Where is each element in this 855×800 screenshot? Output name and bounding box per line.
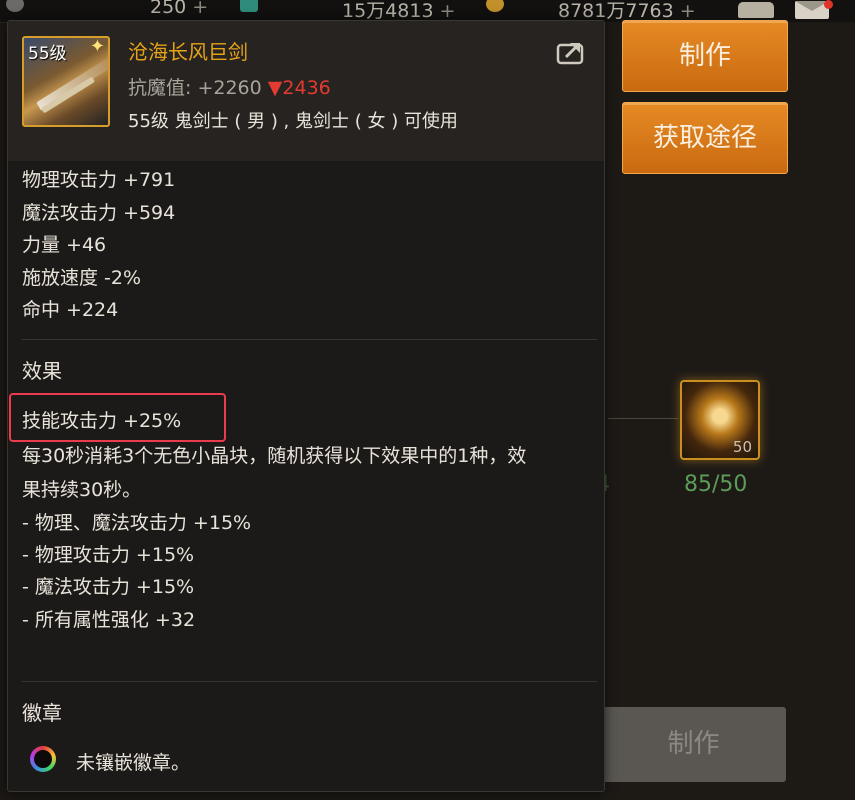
emblem-section-title: 徽章 [22,701,62,725]
resource-1: 250 + [150,0,208,18]
magic-resist-row: 抗魔值: +2260 ▼2436 [128,73,331,100]
stat-line: 命中 +224 [22,299,119,321]
stat-line: 施放速度 -2% [22,267,142,289]
resource-2-value: 15万4813 [342,0,434,22]
stat-line: 魔法攻击力 +594 [22,202,176,224]
stat-line: 物理攻击力 +791 [22,169,176,191]
share-icon[interactable] [556,39,586,65]
item-level-tag: 55级 [28,44,67,64]
down-arrow-icon: ▼ [267,77,283,99]
coin-icon [6,0,24,12]
acquire-source-button[interactable]: 获取途径 [622,102,788,174]
section-divider [22,681,597,682]
effect-option: - 物理、魔法攻击力 +15% [22,512,252,534]
section-divider [22,339,597,340]
resource-3-value: 8781万7763 [558,0,674,22]
magic-resist-value: +2260 [197,77,262,99]
effect-section-title: 效果 [22,359,62,383]
effect-description-cont: 果持续30秒。 [22,479,142,501]
chest-icon[interactable] [738,2,774,18]
resource-1-value: 250 [150,0,187,18]
gold-coin-icon [486,0,504,12]
material-slot[interactable]: 50 [680,380,760,460]
material-count: 85/50 [684,472,748,497]
effect-option: - 物理攻击力 +15% [22,544,195,566]
greatsword-icon: 55级 ✦ [22,36,110,127]
item-name: 沧海长风巨剑 [128,40,248,64]
stat-line: 力量 +46 [22,234,107,256]
resource-1-plus-button[interactable]: + [192,0,208,18]
usable-by-text: 55级 鬼剑士 ( 男 ) , 鬼剑士 ( 女 ) 可使用 [128,111,458,132]
emblem-status: 未镶嵌徽章。 [76,752,191,774]
slot-count: 50 [732,438,752,456]
connector-line [608,418,678,419]
resource-2-plus-button[interactable]: + [440,0,456,22]
effect-option: - 所有属性强化 +32 [22,609,196,631]
effect-description: 每30秒消耗3个无色小晶块，随机获得以下效果中的1种，效 [22,445,527,467]
magic-resist-label: 抗魔值: [128,77,192,99]
emblem-ring-icon [30,746,56,772]
mail-notification-dot [824,0,833,9]
item-tooltip: 55级 ✦ 沧海长风巨剑 抗魔值: +2260 ▼2436 55级 鬼剑士 ( … [7,20,605,792]
make-button[interactable]: 制作 [622,20,788,92]
resource-3-plus-button[interactable]: + [680,0,696,22]
effect-option: - 魔法攻击力 +15% [22,576,195,598]
make-button-disabled[interactable]: 制作 [601,707,786,782]
sparkle-icon: ✦ [89,36,105,57]
magic-resist-compare: 2436 [282,77,331,99]
effect-main: 技能攻击力 +25% [22,410,182,432]
gem-icon [240,0,258,12]
